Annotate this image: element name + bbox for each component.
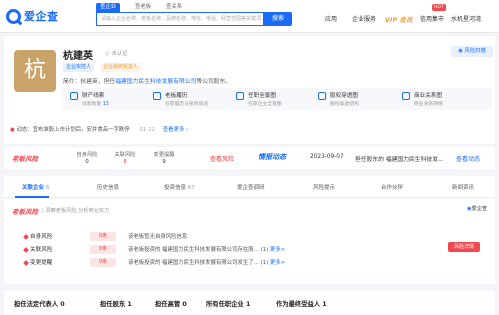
tab-risk-alert[interactable]: 风险提示 [313,183,335,191]
feature-property-clues[interactable]: 财产线索 线索数量 13 [70,91,140,109]
risk-count-badge: 9条 [90,258,116,267]
logo-icon [6,8,21,24]
tab-relation[interactable]: 查关系 [162,3,186,12]
more-link[interactable]: 更多> [270,247,285,253]
person-name: 杭建英 [63,51,93,62]
intel-brand: 情报动态 [258,153,286,161]
tab-partners[interactable]: 合作伙伴 [381,183,403,191]
boss-risk-subtitle: | 洞察老板风险 分析商业实力 [42,208,110,214]
nav-user[interactable]: 水机星河湾 [451,14,481,23]
stat-self-risk: 自身风险 0 [76,152,98,165]
panorama-icon [236,92,244,100]
tab-boss[interactable]: 查老板 [131,3,155,12]
tab-investment[interactable]: 投资信息 67 [164,183,195,191]
nav-apps[interactable]: 应用 [325,14,337,23]
tab-shareholder[interactable]: 担任股东 1 [100,299,132,308]
tab-research[interactable]: 爱企查调研 [237,183,265,191]
risk-row-self: 自身风险 0条 该老板暂无自身风险信息 [23,232,480,243]
feature-position-map[interactable]: 任职全景图 任职企业全景图 [236,91,311,109]
search-input[interactable]: 请输入企业名称、老板名称、品牌名称、地址、电话、经营范围等关键词，如 "阳光" [96,12,264,26]
stat-related-risk: 关联风险 8 [114,152,136,165]
tab-executive[interactable]: 担任高管 0 [155,299,187,308]
dynamic-more-link[interactable]: 查看更多 [163,127,185,133]
company-link[interactable]: 福建国力民生科技发展有限公司 [115,79,196,85]
nav-credit-market[interactable]: 信用集市 [420,14,444,23]
equity-icon [318,92,326,100]
clue-icon [70,92,78,100]
history-icon [153,92,161,100]
intel-date: 2023-09-07 [310,154,344,160]
aiqicha-logo: ◉爱企查 [467,206,488,212]
tab-legal-rep[interactable]: 担任法定代表人 0 [14,299,65,308]
dynamic-line: ● 动态：宜布准股上市计划后，安井食品一字跌停 01-22 查看更多 › [10,127,189,133]
feature-equity-map[interactable]: 股权穿透图 股权穿透结构 [318,91,393,109]
feature-boss-history[interactable]: 老板履历 任职履历与投资情况 [153,91,228,109]
risk-count-badge: 0条 [90,232,116,241]
boss-risk-title: 老板风险 [12,208,38,216]
risk-row-related: 关联风险 8条 该老板投资的 福建国力民生科技发展有限公司存在股... (1) … [23,245,480,256]
risk-row-change: 变更提醒 9条 该老板投资的 福建国力民生科技发展有限公司发生了... (1) … [23,258,480,269]
tab-news[interactable]: 新闻资讯 [452,183,474,191]
eye-icon: ◉ [458,48,463,54]
nav-enterprise-service[interactable]: 企业服务 [352,14,376,23]
tab-ultimate-beneficiary[interactable]: 作为最终受益人 1 [276,299,327,308]
cert-status: ◎ 未认证 [105,51,128,57]
site-logo[interactable]: 爱企查 [6,7,66,25]
vip-link[interactable]: VIP 会员 [385,14,412,24]
dynamic-news-link[interactable]: 宜布准股上市计划后，安井食品一字跌停 [33,127,130,133]
tag-controller[interactable]: 企业实控人 [63,63,95,72]
hot-badge: HOT [432,4,446,11]
view-dynamic-link[interactable]: 查看动态 [456,154,480,163]
tab-company[interactable]: 查企业 [96,3,121,12]
feature-business-relations[interactable]: 商业关系图 商业关系网络 [402,91,482,109]
risk-count-badge: 8条 [90,245,116,254]
search-button[interactable]: 搜索 [264,12,292,26]
more-link[interactable]: 更多> [270,260,285,266]
tag-beneficiary[interactable]: 企业最终受益人 [100,63,142,72]
shield-icon: ◎ [105,51,110,57]
risk-scan-button[interactable]: ◉ 风险扫描 [451,46,493,57]
boss-risk-brand: 老板风险 [12,155,38,163]
chevron-right-icon: › [186,127,189,133]
intro-text: 简介：杭建英，担任福建国力民生科技发展有限公司等公司股东。 [63,79,232,85]
active-tab-indicator [15,196,49,198]
intel-news[interactable]: 担任股东的 福建国力民生科技发... [355,154,444,163]
tab-related-companies[interactable]: 关联企业 6 [22,183,49,191]
fire-icon: ● [10,127,15,133]
stat-change-reminder: 变更提醒 9 [153,152,175,165]
risk-detail-button[interactable]: 风险详情 [448,242,480,252]
tab-all-positions[interactable]: 所有任职企业 1 [206,299,250,308]
view-risk-link[interactable]: 查看风险 [210,154,234,163]
tab-history[interactable]: 历史信息 [97,183,119,191]
avatar: 杭 [14,50,56,92]
relation-icon [402,92,410,100]
